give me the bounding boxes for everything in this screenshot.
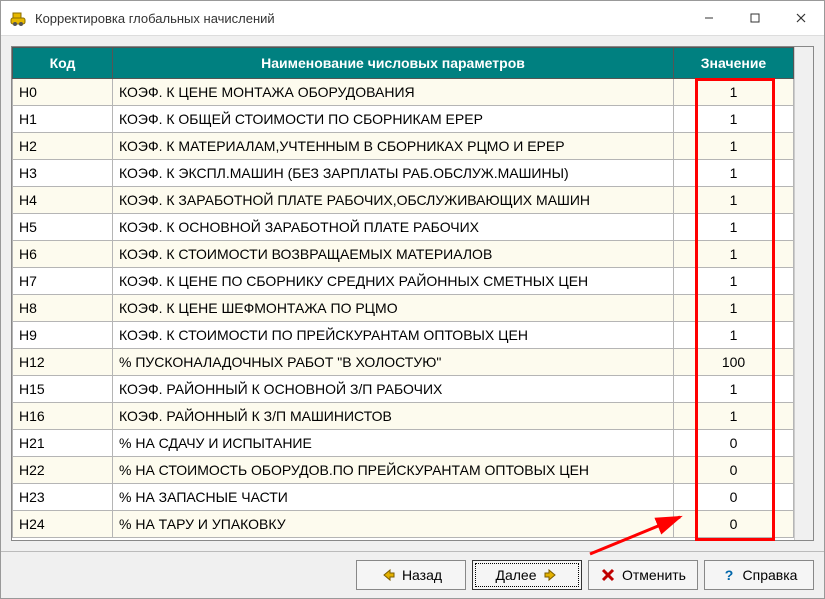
table-row[interactable]: Н5КОЭФ. К ОСНОВНОЙ ЗАРАБОТНОЙ ПЛАТЕ РАБО…: [13, 214, 794, 241]
table-row[interactable]: Н8КОЭФ. К ЦЕНЕ ШЕФМОНТАЖА ПО РЦМО1: [13, 295, 794, 322]
cell-name[interactable]: КОЭФ. К ОБЩЕЙ СТОИМОСТИ ПО СБОРНИКАМ ЕРЕ…: [113, 106, 674, 133]
cell-name[interactable]: КОЭФ. К СТОИМОСТИ ПО ПРЕЙСКУРАНТАМ ОПТОВ…: [113, 322, 674, 349]
table-row[interactable]: Н3КОЭФ. К ЭКСПЛ.МАШИН (БЕЗ ЗАРПЛАТЫ РАБ.…: [13, 160, 794, 187]
table-row[interactable]: Н4КОЭФ. К ЗАРАБОТНОЙ ПЛАТЕ РАБОЧИХ,ОБСЛУ…: [13, 187, 794, 214]
cancel-label: Отменить: [622, 567, 686, 583]
cell-value[interactable]: 1: [674, 79, 794, 106]
cell-code[interactable]: Н6: [13, 241, 113, 268]
cell-code[interactable]: Н21: [13, 430, 113, 457]
cell-code[interactable]: Н8: [13, 295, 113, 322]
cell-name[interactable]: КОЭФ. РАЙОННЫЙ К З/П МАШИНИСТОВ: [113, 403, 674, 430]
cell-name[interactable]: % НА СДАЧУ И ИСПЫТАНИЕ: [113, 430, 674, 457]
cell-code[interactable]: Н24: [13, 511, 113, 538]
back-label: Назад: [402, 567, 442, 583]
cell-code[interactable]: Н12: [13, 349, 113, 376]
table-row[interactable]: Н2КОЭФ. К МАТЕРИАЛАМ,УЧТЕННЫМ В СБОРНИКА…: [13, 133, 794, 160]
table-row[interactable]: Н21% НА СДАЧУ И ИСПЫТАНИЕ0: [13, 430, 794, 457]
cell-value[interactable]: 0: [674, 457, 794, 484]
cell-code[interactable]: Н15: [13, 376, 113, 403]
cell-value[interactable]: 1: [674, 160, 794, 187]
cell-code[interactable]: Н22: [13, 457, 113, 484]
app-icon: [9, 9, 27, 27]
dialog-window: Корректировка глобальных начислений: [0, 0, 825, 599]
cell-value[interactable]: 1: [674, 376, 794, 403]
cell-code[interactable]: Н3: [13, 160, 113, 187]
help-label: Справка: [743, 567, 798, 583]
cell-code[interactable]: Н23: [13, 484, 113, 511]
title-bar: Корректировка глобальных начислений: [1, 1, 824, 36]
header-name[interactable]: Наименование числовых параметров: [113, 48, 674, 79]
cell-name[interactable]: % НА ЗАПАСНЫЕ ЧАСТИ: [113, 484, 674, 511]
cell-name[interactable]: % НА СТОИМОСТЬ ОБОРУДОВ.ПО ПРЕЙСКУРАНТАМ…: [113, 457, 674, 484]
cell-value[interactable]: 1: [674, 268, 794, 295]
cell-code[interactable]: Н9: [13, 322, 113, 349]
table-row[interactable]: Н0КОЭФ. К ЦЕНЕ МОНТАЖА ОБОРУДОВАНИЯ1: [13, 79, 794, 106]
cell-name[interactable]: КОЭФ. К ЗАРАБОТНОЙ ПЛАТЕ РАБОЧИХ,ОБСЛУЖИ…: [113, 187, 674, 214]
cell-code[interactable]: Н16: [13, 403, 113, 430]
button-bar: Назад Далее Отменить ? Справка: [1, 551, 824, 598]
cell-name[interactable]: КОЭФ. РАЙОННЫЙ К ОСНОВНОЙ З/П РАБОЧИХ: [113, 376, 674, 403]
cell-code[interactable]: Н2: [13, 133, 113, 160]
cell-name[interactable]: КОЭФ. К ЦЕНЕ ШЕФМОНТАЖА ПО РЦМО: [113, 295, 674, 322]
cell-name[interactable]: % НА ТАРУ И УПАКОВКУ: [113, 511, 674, 538]
help-icon: ?: [721, 567, 737, 583]
cell-code[interactable]: Н5: [13, 214, 113, 241]
cell-value[interactable]: 1: [674, 295, 794, 322]
cell-name[interactable]: КОЭФ. К ЦЕНЕ МОНТАЖА ОБОРУДОВАНИЯ: [113, 79, 674, 106]
next-button[interactable]: Далее: [472, 560, 582, 590]
cell-name[interactable]: % ПУСКОНАЛАДОЧНЫХ РАБОТ "В ХОЛОСТУЮ": [113, 349, 674, 376]
maximize-button[interactable]: [732, 1, 778, 35]
table-row[interactable]: Н24% НА ТАРУ И УПАКОВКУ0: [13, 511, 794, 538]
cell-value[interactable]: 0: [674, 511, 794, 538]
cell-name[interactable]: КОЭФ. К СТОИМОСТИ ВОЗВРАЩАЕМЫХ МАТЕРИАЛО…: [113, 241, 674, 268]
cell-value[interactable]: 100: [674, 349, 794, 376]
close-button[interactable]: [778, 1, 824, 35]
cell-name[interactable]: КОЭФ. К ЭКСПЛ.МАШИН (БЕЗ ЗАРПЛАТЫ РАБ.ОБ…: [113, 160, 674, 187]
table-row[interactable]: Н23% НА ЗАПАСНЫЕ ЧАСТИ0: [13, 484, 794, 511]
parameters-table[interactable]: Код Наименование числовых параметров Зна…: [12, 47, 794, 538]
window-title: Корректировка глобальных начислений: [35, 11, 686, 26]
cell-code[interactable]: Н1: [13, 106, 113, 133]
table-row[interactable]: Н12% ПУСКОНАЛАДОЧНЫХ РАБОТ "В ХОЛОСТУЮ"1…: [13, 349, 794, 376]
cell-value[interactable]: 1: [674, 106, 794, 133]
cancel-button[interactable]: Отменить: [588, 560, 698, 590]
cell-value[interactable]: 1: [674, 241, 794, 268]
cell-value[interactable]: 0: [674, 430, 794, 457]
back-button[interactable]: Назад: [356, 560, 466, 590]
cell-value[interactable]: 1: [674, 403, 794, 430]
header-value[interactable]: Значение: [674, 48, 794, 79]
header-code[interactable]: Код: [13, 48, 113, 79]
table-row[interactable]: Н6КОЭФ. К СТОИМОСТИ ВОЗВРАЩАЕМЫХ МАТЕРИА…: [13, 241, 794, 268]
cell-value[interactable]: 0: [674, 484, 794, 511]
window-controls: [686, 1, 824, 35]
minimize-button[interactable]: [686, 1, 732, 35]
table-row[interactable]: Н22% НА СТОИМОСТЬ ОБОРУДОВ.ПО ПРЕЙСКУРАН…: [13, 457, 794, 484]
table-row[interactable]: Н9КОЭФ. К СТОИМОСТИ ПО ПРЕЙСКУРАНТАМ ОПТ…: [13, 322, 794, 349]
table-container: Код Наименование числовых параметров Зна…: [11, 46, 814, 541]
content-area: Код Наименование числовых параметров Зна…: [1, 36, 824, 551]
cell-name[interactable]: КОЭФ. К ЦЕНЕ ПО СБОРНИКУ СРЕДНИХ РАЙОННЫ…: [113, 268, 674, 295]
cell-code[interactable]: Н7: [13, 268, 113, 295]
cancel-icon: [600, 567, 616, 583]
cell-value[interactable]: 1: [674, 187, 794, 214]
cell-code[interactable]: Н0: [13, 79, 113, 106]
cell-name[interactable]: КОЭФ. К ОСНОВНОЙ ЗАРАБОТНОЙ ПЛАТЕ РАБОЧИ…: [113, 214, 674, 241]
table-row[interactable]: Н16КОЭФ. РАЙОННЫЙ К З/П МАШИНИСТОВ1: [13, 403, 794, 430]
table-row[interactable]: Н1КОЭФ. К ОБЩЕЙ СТОИМОСТИ ПО СБОРНИКАМ Е…: [13, 106, 794, 133]
cell-name[interactable]: КОЭФ. К МАТЕРИАЛАМ,УЧТЕННЫМ В СБОРНИКАХ …: [113, 133, 674, 160]
help-button[interactable]: ? Справка: [704, 560, 814, 590]
hand-right-icon: [543, 567, 559, 583]
cell-value[interactable]: 1: [674, 133, 794, 160]
next-label: Далее: [495, 567, 536, 583]
vertical-scrollbar[interactable]: [794, 47, 813, 540]
svg-text:?: ?: [724, 567, 733, 583]
table-row[interactable]: Н7КОЭФ. К ЦЕНЕ ПО СБОРНИКУ СРЕДНИХ РАЙОН…: [13, 268, 794, 295]
cell-code[interactable]: Н4: [13, 187, 113, 214]
cell-value[interactable]: 1: [674, 322, 794, 349]
hand-left-icon: [380, 567, 396, 583]
cell-value[interactable]: 1: [674, 214, 794, 241]
table-row[interactable]: Н15КОЭФ. РАЙОННЫЙ К ОСНОВНОЙ З/П РАБОЧИХ…: [13, 376, 794, 403]
